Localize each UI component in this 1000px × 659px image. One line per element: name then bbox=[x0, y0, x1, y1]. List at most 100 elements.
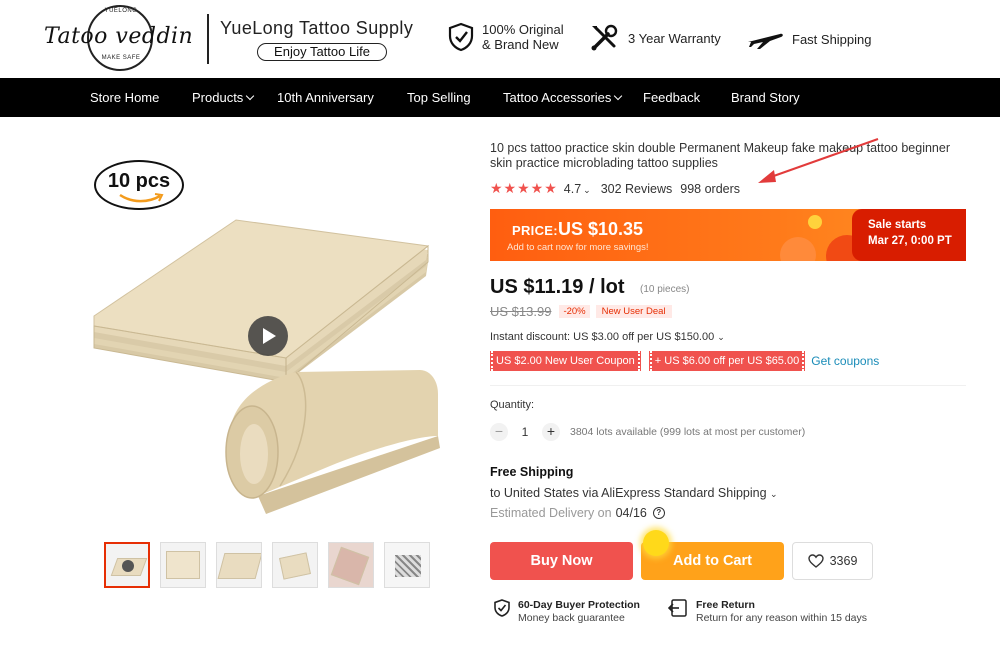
chevron-down-icon: ⌄ bbox=[717, 332, 725, 342]
feature-original-line1: 100% Original bbox=[482, 22, 564, 37]
nav-label: Brand Story bbox=[731, 90, 800, 105]
free-return-title: Free Return bbox=[696, 599, 755, 611]
current-price: US $11.19 / lot bbox=[490, 276, 625, 298]
buyer-protection-sub: Money back guarantee bbox=[518, 612, 625, 624]
banner-decoration bbox=[780, 237, 816, 261]
airplane-icon bbox=[748, 33, 783, 49]
thumbnail-3[interactable] bbox=[216, 542, 262, 588]
chevron-down-icon: ⌄ bbox=[770, 489, 778, 499]
quantity-badge-text: 10 pcs bbox=[107, 170, 171, 192]
chevron-down-icon: ⌄ bbox=[583, 184, 591, 195]
rating-value[interactable]: 4.7 ⌄ bbox=[564, 182, 591, 196]
help-icon[interactable]: ? bbox=[652, 507, 665, 519]
sale-starts-box: Sale starts Mar 27, 0:00 PT bbox=[852, 209, 966, 261]
lot-pieces: (10 pieces) bbox=[640, 284, 690, 295]
nav-feedback[interactable]: Feedback bbox=[643, 90, 700, 105]
delivery-label: Estimated Delivery on bbox=[490, 506, 612, 520]
banner-decoration bbox=[808, 215, 822, 229]
quantity-input[interactable]: 1 bbox=[508, 425, 542, 439]
rating-row: ★★★★★ 4.7 ⌄ 302 Reviews 998 orders bbox=[490, 180, 740, 197]
nav-store-home[interactable]: Store Home bbox=[90, 90, 159, 105]
quantity-increase-button[interactable]: + bbox=[542, 423, 560, 441]
quantity-label: Quantity: bbox=[490, 399, 535, 411]
promo-price: US $10.35 bbox=[558, 219, 644, 239]
product-title: 10 pcs tattoo practice skin double Perma… bbox=[490, 141, 951, 170]
return-icon bbox=[668, 599, 687, 617]
original-price: US $13.99 bbox=[490, 304, 552, 319]
thumbnail-4[interactable] bbox=[272, 542, 318, 588]
store-header: YUELONG Tatoo veddin MAKE SAFE YueLong T… bbox=[0, 0, 1000, 78]
feature-original: 100% Original & Brand New bbox=[448, 22, 564, 52]
promo-price-banner: PRICE: US $10.35 Add to cart now for mor… bbox=[490, 209, 966, 261]
tools-icon bbox=[591, 24, 618, 51]
buy-now-button[interactable]: Buy Now bbox=[490, 542, 633, 580]
quantity-decrease-button[interactable]: − bbox=[490, 423, 508, 441]
old-price-row: US $13.99 -20% New User Deal bbox=[490, 304, 672, 319]
delivery-date: 04/16 bbox=[615, 506, 647, 520]
sale-starts-date: Mar 27, 0:00 PT bbox=[868, 235, 952, 247]
estimated-delivery: Estimated Delivery on 04/16 ? bbox=[490, 506, 665, 520]
nav-products[interactable]: Products bbox=[192, 90, 255, 105]
coupon-new-user[interactable]: US $2.00 New User Coupon bbox=[490, 351, 641, 371]
shipping-method-text: to United States via AliExpress Standard… bbox=[490, 486, 767, 500]
chevron-down-icon bbox=[246, 91, 255, 101]
cursor-highlight bbox=[643, 530, 669, 556]
buyer-protection-title: 60-Day Buyer Protection bbox=[518, 599, 640, 611]
free-return-sub: Return for any reason within 15 days bbox=[696, 612, 868, 624]
nav-tattoo-accessories[interactable]: Tattoo Accessories bbox=[503, 90, 623, 105]
feature-original-line2: & Brand New bbox=[482, 37, 559, 52]
new-user-deal-badge: New User Deal bbox=[595, 305, 672, 318]
discount-badge: -20% bbox=[559, 305, 590, 318]
sale-starts-label: Sale starts bbox=[868, 219, 927, 231]
promo-price-label: PRICE: bbox=[512, 223, 558, 238]
feature-shipping: Fast Shipping bbox=[746, 28, 872, 50]
promo-note: Add to cart now for more savings! bbox=[507, 242, 649, 253]
nav-label: Feedback bbox=[643, 90, 701, 105]
nav-top-selling[interactable]: Top Selling bbox=[407, 90, 471, 105]
thumbnail-5[interactable] bbox=[328, 542, 374, 588]
logo-bottom-text: MAKE SAFE bbox=[101, 55, 141, 61]
wishlist-button[interactable]: 3369 bbox=[792, 542, 873, 580]
shipping-title: Free Shipping bbox=[490, 465, 574, 479]
free-return: Free Return Return for any reason within… bbox=[668, 599, 867, 624]
shield-check-icon bbox=[494, 599, 510, 617]
header-divider bbox=[207, 14, 209, 64]
product-main-image[interactable]: 10 pcs bbox=[80, 136, 466, 520]
shipping-method[interactable]: to United States via AliExpress Standard… bbox=[490, 486, 778, 500]
star-rating-icon: ★★★★★ bbox=[490, 180, 558, 196]
thumbnail-1[interactable] bbox=[104, 542, 150, 588]
feature-warranty-label: 3 Year Warranty bbox=[628, 30, 721, 46]
feature-warranty: 3 Year Warranty bbox=[588, 22, 721, 54]
red-arrow-annotation bbox=[758, 138, 879, 183]
brand-slogan: Enjoy Tattoo Life bbox=[257, 43, 387, 61]
quantity-badge: 10 pcs bbox=[94, 160, 184, 210]
wishlist-count: 3369 bbox=[829, 554, 858, 568]
smile-arrow-icon bbox=[119, 193, 164, 203]
store-nav: Store Home Products 10th Anniversary Top… bbox=[0, 78, 1000, 117]
nav-label: Tattoo Accessories bbox=[503, 90, 612, 105]
section-divider bbox=[490, 385, 966, 386]
nav-label: Store Home bbox=[90, 90, 160, 105]
chevron-down-icon bbox=[614, 91, 623, 101]
reviews-link[interactable]: 302 Reviews bbox=[601, 182, 673, 196]
coupon-row: US $2.00 New User Coupon + US $6.00 off … bbox=[490, 351, 879, 371]
thumbnail-strip bbox=[104, 542, 440, 588]
nav-label: 10th Anniversary bbox=[277, 90, 374, 105]
store-logo[interactable]: Tatoo veddin bbox=[44, 24, 204, 49]
thumbnail-2[interactable] bbox=[160, 542, 206, 588]
get-coupons-link[interactable]: Get coupons bbox=[811, 354, 879, 368]
brand-name: YueLong Tattoo Supply bbox=[220, 18, 414, 38]
nav-brand-story[interactable]: Brand Story bbox=[731, 90, 800, 105]
nav-10th-anniversary[interactable]: 10th Anniversary bbox=[277, 90, 374, 105]
coupon-store[interactable]: + US $6.00 off per US $65.00 bbox=[648, 351, 806, 371]
heart-icon bbox=[807, 554, 824, 568]
orders-count: 998 orders bbox=[680, 181, 741, 196]
quantity-availability: 3804 lots available (999 lots at most pe… bbox=[570, 426, 806, 438]
play-video-button[interactable] bbox=[248, 316, 288, 356]
nav-label: Products bbox=[192, 90, 244, 105]
thumbnail-6[interactable] bbox=[384, 542, 430, 588]
logo-top-text: YUELONG bbox=[104, 8, 138, 14]
instant-discount[interactable]: Instant discount: US $3.00 off per US $1… bbox=[490, 331, 725, 343]
rating-number: 4.7 bbox=[563, 181, 582, 196]
feature-shipping-label: Fast Shipping bbox=[792, 31, 872, 47]
